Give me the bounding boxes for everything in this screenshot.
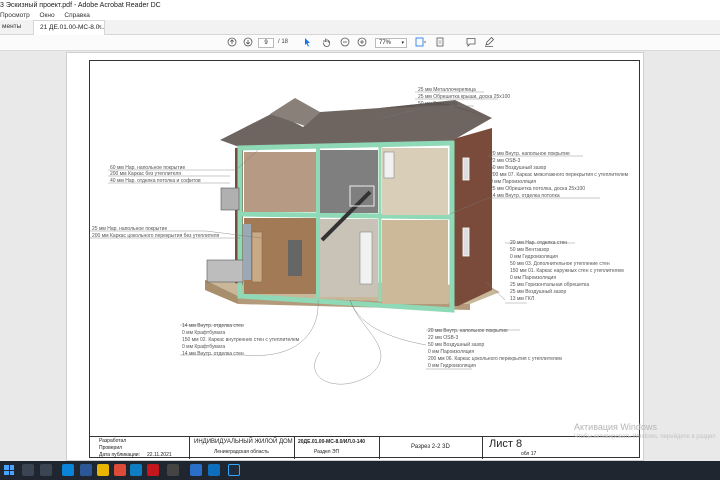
right-wall-callout-line-9: 13 мм ГКЛ bbox=[510, 296, 534, 302]
upper-right-callout-line-6: 25 мм Обрешетка потолка, доска 25х100 bbox=[490, 186, 585, 192]
app-icon-2[interactable] bbox=[167, 464, 179, 476]
right-wall-callout-line-4: 50 мм 03. Дополнительное утепление стен bbox=[510, 261, 610, 267]
right-wall-callout-line-5: 150 мм 01. Каркас наружных стен с утепли… bbox=[510, 268, 624, 274]
lower-right-callout-line-3: 50 мм Воздушный зазор bbox=[428, 341, 484, 348]
search-icon[interactable] bbox=[22, 464, 34, 476]
upper-left-callout-line-3: 40 мм Нар. отделка потолка и софитов bbox=[110, 178, 201, 184]
stamp-code: 20ДЕ.01.00-МС-8.0/ИЛ.0-140 bbox=[298, 439, 366, 445]
mid-left-callout-line-1: 25 мм Нар. напольное покрытие bbox=[92, 226, 167, 232]
stamp-section: Раздел ЭП bbox=[314, 449, 340, 455]
upper-right-callout-line-2: 22 мм OSB-3 bbox=[490, 158, 520, 164]
chrome-icon[interactable] bbox=[114, 464, 126, 476]
lower-right-callout-line-4: 0 мм Пароизоляция bbox=[428, 349, 474, 355]
title-block: Разработал Проверил Дата публикации: 22.… bbox=[89, 436, 640, 459]
upper-left-callout-line-2: 200 мм Каркас без утеплителя bbox=[110, 171, 181, 177]
right-wall-callout-line-8: 25 мм Воздушный зазор bbox=[510, 288, 566, 295]
upper-right-callout-line-5: 0 мм Пароизоляция bbox=[490, 179, 536, 185]
stamp-checked-label: Проверил bbox=[99, 445, 123, 451]
roof-callout-line-2: 25 мм Обрешетка крыши, доска 25х100 bbox=[418, 94, 510, 100]
app-icon-3[interactable] bbox=[190, 464, 202, 476]
word-icon[interactable] bbox=[80, 464, 92, 476]
stamp-date-label: Дата публикации: bbox=[99, 452, 140, 458]
right-wall-callout-line-6: 0 мм Пароизоляция bbox=[510, 275, 556, 281]
right-wall-callout-line-1: 20 мм Нар. отделка стен bbox=[510, 240, 567, 246]
windows-activation-watermark: Активация Windows bbox=[574, 422, 657, 432]
edge-icon[interactable] bbox=[62, 464, 74, 476]
task-view-icon[interactable] bbox=[40, 464, 52, 476]
app-icon-4[interactable] bbox=[208, 464, 220, 476]
right-wall-callout-line-3: 0 мм Гидроизоляция bbox=[510, 254, 558, 260]
upper-right-callout-line-1: 20 мм Внутр. напольное покрытие bbox=[490, 151, 570, 157]
lower-left-callout-line-4: 0 мм Крафтбумага bbox=[182, 344, 225, 350]
app-icon[interactable] bbox=[130, 464, 142, 476]
lower-left-callout-line-2: 0 мм Крафтбумага bbox=[182, 330, 225, 336]
mid-left-callout-line-2: 200 мм Каркас цокольного перекрытия без … bbox=[92, 233, 220, 239]
stamp-region: Ленинградская область bbox=[214, 449, 269, 455]
windows-activation-watermark-sub: Чтобы активировать Windows, перейдите в … bbox=[574, 434, 716, 440]
upper-right-callout-line-7: 14 мм Внутр. отделка потолка bbox=[490, 193, 560, 199]
lower-right-callout-line-5: 200 мм 06. Каркас цокольного перекрытия … bbox=[428, 356, 562, 362]
lower-left-callout-line-5: 14 мм Внутр. отделка стен bbox=[182, 351, 244, 357]
roof-callout-line-1: 25 мм Металлочерепица bbox=[418, 87, 476, 93]
stamp-sheet-title: Разрез 2-2 3D bbox=[411, 444, 450, 450]
stamp-sheet-sub: обл 17 bbox=[521, 451, 537, 457]
acrobat-icon[interactable] bbox=[147, 464, 159, 476]
windows-start-icon[interactable] bbox=[4, 465, 14, 475]
right-wall-callout-line-2: 50 мм Вентзазор bbox=[510, 247, 549, 253]
upper-right-callout-line-4: 200 мм 07. Каркас межэтажного перекрытия… bbox=[490, 172, 629, 178]
lower-left-callout-line-3: 150 мм 02. Каркас внутренних стен с утеп… bbox=[182, 337, 300, 343]
lower-right-callout-line-2: 22 мм OSB-3 bbox=[428, 335, 458, 341]
lower-left-callout-line-1: 14 мм Внутр. отделка стен bbox=[182, 323, 244, 329]
stamp-date-value: 22.11.2021 bbox=[147, 452, 172, 458]
lower-right-callout-line-1: 20 мм Внутр. напольное покрытие bbox=[428, 328, 508, 334]
photoshop-icon[interactable] bbox=[228, 464, 240, 476]
file-explorer-icon[interactable] bbox=[97, 464, 109, 476]
upper-right-callout-line-3: 50 мм Воздушный зазор bbox=[490, 164, 546, 171]
stamp-project-title: ИНДИВИДУАЛЬНЫЙ ЖИЛОЙ ДОМ bbox=[194, 439, 293, 445]
right-wall-callout-line-7: 25 мм Горизонтальная обрешетка bbox=[510, 282, 589, 288]
stamp-sheet-number: Лист 8 bbox=[489, 438, 523, 450]
stamp-developed-label: Разработал bbox=[99, 438, 127, 444]
house-section-drawing: 25 мм Металлочерепица 25 мм Обрешетка кр… bbox=[90, 87, 629, 385]
roof-callout-line-3: 50 мм Вентзазор bbox=[418, 101, 457, 107]
lower-right-callout-line-6: 0 мм Гидроизоляция bbox=[428, 363, 476, 369]
taskbar bbox=[0, 461, 720, 480]
